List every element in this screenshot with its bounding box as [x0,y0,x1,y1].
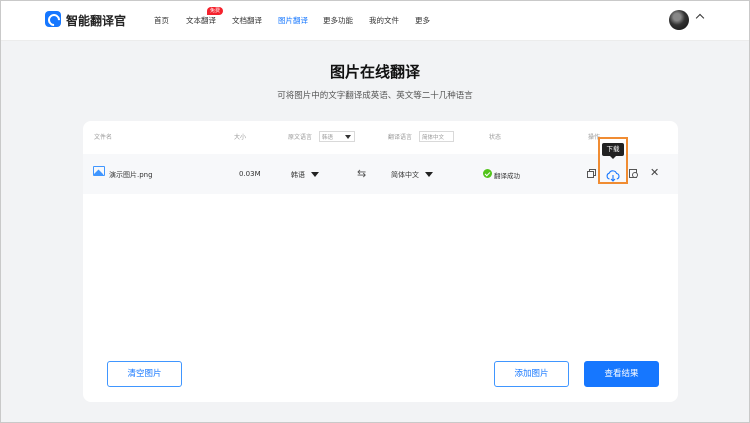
swap-icon[interactable]: ⇆ [357,168,366,179]
row-size: 0.03M [239,170,261,178]
brand-name[interactable]: 智能翻译官 [66,12,126,29]
row-source-lang[interactable]: 韩语 [291,170,305,180]
cloud-download-icon[interactable] [606,167,620,182]
avatar[interactable] [669,10,689,30]
nav-item-more-features[interactable]: 更多功能 [323,15,353,26]
nav-item-doc-translate[interactable]: 文档翻译 [232,15,262,26]
view-results-button[interactable]: 查看结果 [584,361,659,387]
nav-item-image-translate[interactable]: 图片翻译 [278,15,308,26]
header-source-lang: 原文语言 [288,134,313,141]
row-filename: 演示图片.png [109,171,153,179]
target-lang-select-value: 简体中文 [422,135,445,141]
source-lang-select[interactable]: 韩语 [319,131,355,142]
logo-icon[interactable] [45,11,61,27]
image-file-icon [93,166,105,176]
chevron-down-icon [345,135,351,139]
nav-item-home[interactable]: 首页 [154,15,169,26]
target-lang-select[interactable]: 简体中文 [419,131,454,142]
chevron-down-icon[interactable] [425,172,433,177]
page-title: 图片在线翻译 [329,63,420,81]
chevron-up-icon[interactable] [695,13,705,23]
chevron-down-icon[interactable] [311,172,319,177]
nav-item-text-translate[interactable]: 文本翻译 [186,15,216,26]
file-list-card: 文件名 大小 原文语言 韩语 翻译语言 简体中文 状态 操作 演示图片.png … [83,121,678,402]
header-filename: 文件名 [94,134,113,141]
download-tooltip: 下载 [602,143,624,159]
free-badge: 免费 [207,7,224,15]
nav-item-more[interactable]: 更多 [415,15,430,26]
page-subtitle: 可将图片中的文字翻译成英语、英文等二十几种语言 [277,91,473,101]
success-icon [483,169,492,178]
clear-images-button[interactable]: 清空图片 [107,361,182,387]
close-icon[interactable]: ✕ [650,167,660,178]
header-size: 大小 [234,134,247,141]
header-status: 状态 [489,134,502,141]
copy-icon[interactable] [587,169,596,178]
preview-icon[interactable] [629,169,639,179]
top-nav: 智能翻译官 首页 文本翻译 免费 文档翻译 图片翻译 更多功能 我的文件 更多 [0,0,750,41]
table-row: 演示图片.png 0.03M 韩语 ⇆ 简体中文 翻译成功 下载 ✕ [83,137,678,194]
nav-item-my-files[interactable]: 我的文件 [369,15,399,26]
row-target-lang[interactable]: 简体中文 [391,170,419,180]
header-target-lang: 翻译语言 [388,134,413,141]
add-image-button[interactable]: 添加图片 [494,361,569,387]
row-status: 翻译成功 [494,172,520,180]
source-lang-select-value: 韩语 [322,135,334,141]
